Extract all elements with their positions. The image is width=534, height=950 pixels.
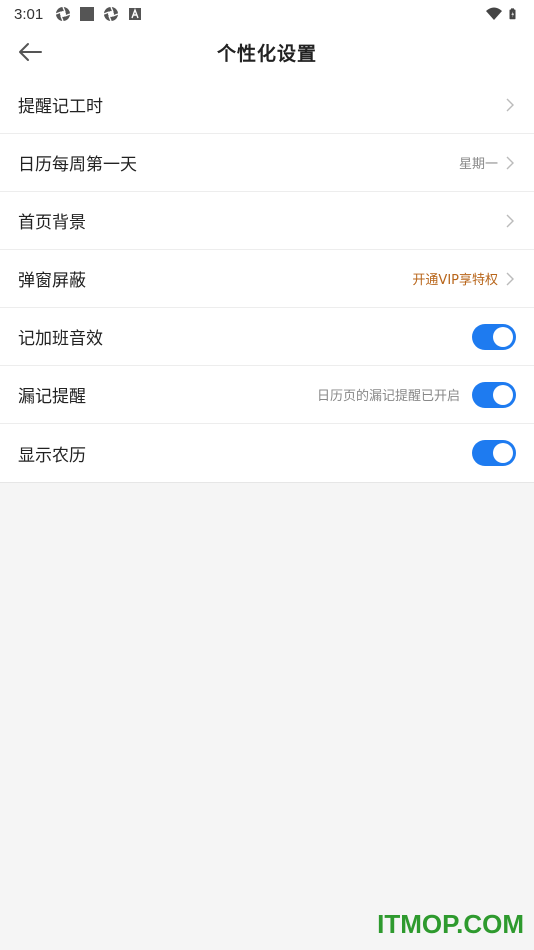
overtime-sound-toggle[interactable] (472, 323, 516, 350)
back-button[interactable] (14, 38, 46, 66)
arrow-left-icon (19, 43, 42, 61)
setting-overtime-sound: 记加班音效 (0, 308, 534, 366)
status-system-icons (486, 6, 520, 22)
setting-missed-record-reminder: 漏记提醒 日历页的漏记提醒已开启 (0, 366, 534, 424)
header: 个性化设置 (0, 28, 534, 76)
setting-label: 首页背景 (18, 213, 86, 233)
status-notification-icons (55, 6, 143, 22)
lunar-calendar-toggle[interactable] (472, 440, 516, 466)
missed-record-reminder-toggle[interactable] (472, 381, 516, 408)
setting-label: 显示农历 (18, 445, 86, 466)
status-bar: 3:01 (0, 0, 534, 28)
toggle-knob (493, 384, 513, 405)
battery-icon (509, 8, 516, 20)
setting-label: 记加班音效 (18, 329, 103, 349)
setting-home-background[interactable]: 首页背景 (0, 192, 534, 250)
wifi-icon (486, 7, 502, 20)
setting-hint: 日历页的漏记提醒已开启 (316, 389, 460, 404)
setting-remind-work-hours[interactable]: 提醒记工时 (0, 76, 534, 134)
setting-label: 日历每周第一天 (18, 155, 137, 175)
aperture-icon (103, 6, 119, 22)
chevron-right-icon (504, 97, 516, 113)
setting-value: 星期一 (458, 157, 498, 172)
watermark-logo: ITMOP.COM (377, 909, 524, 939)
vip-promo-text: 开通VIP享特权 (412, 273, 498, 288)
a-box-icon (129, 8, 142, 20)
square-icon (80, 7, 95, 21)
setting-label: 弹窗屏蔽 (18, 271, 86, 291)
aperture-icon (55, 6, 71, 22)
setting-label: 漏记提醒 (18, 387, 86, 407)
screen: 3:01 个性化设置 提醒记工时 日历每周第一天 星期一 首页背景 弹窗屏蔽 开… (0, 0, 534, 950)
chevron-right-icon (504, 155, 516, 171)
toggle-knob (493, 443, 513, 463)
setting-label: 提醒记工时 (18, 97, 103, 117)
chevron-right-icon (504, 271, 516, 287)
setting-calendar-first-day[interactable]: 日历每周第一天 星期一 (0, 134, 534, 192)
toggle-knob (493, 326, 513, 347)
page-title: 个性化设置 (216, 42, 317, 65)
setting-popup-block[interactable]: 弹窗屏蔽 开通VIP享特权 (0, 250, 534, 308)
settings-list: 提醒记工时 日历每周第一天 星期一 首页背景 弹窗屏蔽 开通VIP享特权 记加班… (0, 76, 534, 483)
status-time: 3:01 (14, 5, 44, 23)
setting-show-lunar-calendar: 显示农历 (0, 424, 534, 482)
chevron-right-icon (504, 213, 516, 229)
